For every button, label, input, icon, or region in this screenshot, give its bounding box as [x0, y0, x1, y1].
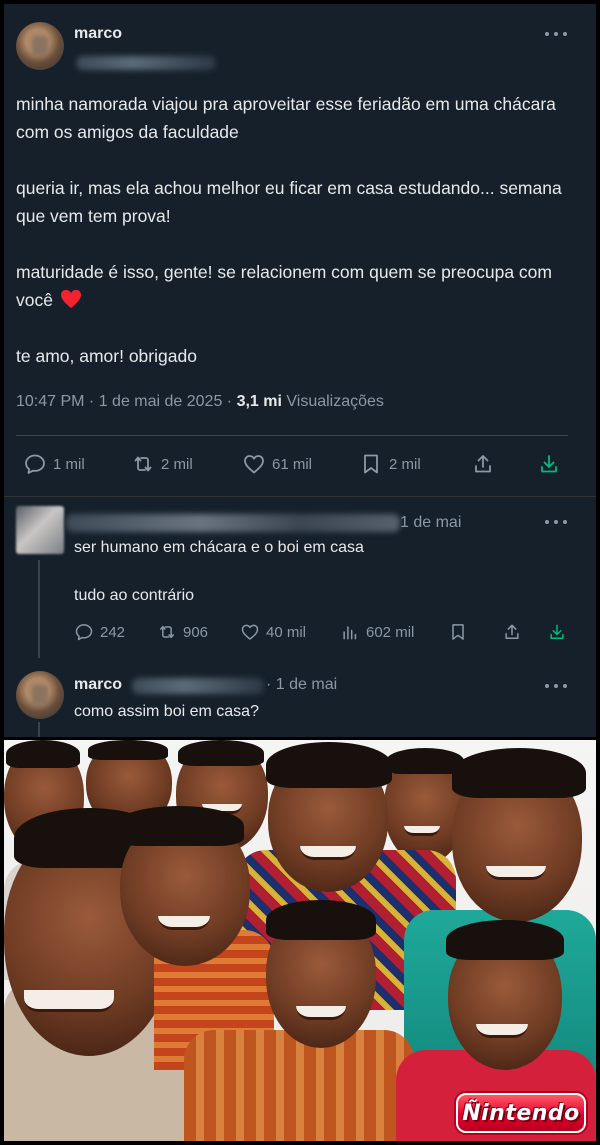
hair	[6, 740, 80, 768]
smile	[476, 1024, 528, 1038]
meme-image: Ñintendo	[4, 740, 596, 1141]
reply-author-blurred	[66, 514, 400, 532]
share-button[interactable]	[471, 452, 495, 476]
download-icon	[541, 455, 557, 473]
reply-date[interactable]: 1 de mai	[400, 514, 461, 532]
reply-button[interactable]: 1 mil	[23, 452, 85, 476]
more-options-icon[interactable]	[545, 519, 567, 525]
views-count: 3,1 mi	[236, 393, 282, 410]
bookmark-icon	[452, 624, 464, 640]
repost-count: 2 mil	[161, 455, 193, 473]
heart-icon	[244, 455, 264, 474]
author-name[interactable]: marco	[74, 25, 122, 43]
tweet-paragraph: maturidade é isso, gente! se relacionem …	[16, 262, 552, 310]
repost-count: 906	[183, 623, 209, 641]
author-avatar[interactable]	[16, 22, 64, 70]
red-heart-icon	[60, 289, 81, 309]
repost-icon	[134, 456, 152, 472]
more-options-icon[interactable]	[545, 31, 567, 37]
heart-icon	[241, 624, 259, 640]
tweet-thread: marco minha namorada viajou pra aproveit…	[4, 4, 596, 737]
smile	[24, 990, 114, 1012]
comment-icon	[25, 454, 45, 474]
bar-chart-icon	[343, 626, 357, 640]
like-button[interactable]: 40 mil	[240, 622, 306, 642]
download-button[interactable]	[537, 452, 561, 476]
bookmark-count: 2 mil	[389, 455, 421, 473]
reply-author-name[interactable]: marco	[74, 676, 122, 694]
views-label: Visualizações	[286, 393, 384, 410]
views-button[interactable]: 602 mil	[340, 622, 414, 642]
tweet-timestamp[interactable]: 10:47 PM · 1 de mai de 2025 ·	[16, 393, 232, 410]
reply-text: como assim boi em casa?	[74, 703, 259, 720]
repost-button[interactable]: 2 mil	[131, 452, 193, 476]
hair	[452, 748, 586, 798]
hair	[446, 920, 564, 960]
smile	[158, 916, 210, 930]
repost-button[interactable]: 906	[157, 622, 208, 642]
logo-text: Ñintendo	[462, 1100, 580, 1126]
tweet-paragraph: queria ir, mas ela achou melhor eu ficar…	[16, 178, 562, 226]
bookmark-button[interactable]: 2 mil	[359, 452, 421, 476]
share-button[interactable]	[502, 622, 522, 642]
reply-avatar-blurred[interactable]	[16, 506, 64, 554]
bookmark-icon	[364, 454, 378, 474]
download-button[interactable]	[547, 622, 567, 642]
comment-icon	[75, 624, 93, 641]
hair	[88, 740, 168, 760]
reply-text-line: ser humano em chácara e o boi em casa	[74, 539, 364, 556]
share-icon	[505, 624, 519, 639]
reply-text-line: tudo ao contrário	[74, 587, 195, 604]
author-handle-blurred	[76, 56, 216, 70]
smile	[300, 846, 356, 860]
hair	[114, 806, 244, 846]
hair	[266, 900, 376, 940]
repost-icon	[160, 625, 174, 639]
smile	[296, 1006, 346, 1020]
thread-line	[38, 560, 40, 658]
share-icon	[475, 455, 491, 473]
reply-handle-blurred	[132, 678, 264, 694]
nintendo-parody-logo: Ñintendo	[456, 1093, 586, 1133]
thread-line	[38, 722, 40, 737]
like-count: 61 mil	[272, 455, 313, 473]
shirt	[184, 1030, 414, 1141]
tweet-paragraph: minha namorada viajou pra aproveitar ess…	[16, 94, 556, 142]
author-avatar[interactable]	[16, 671, 64, 719]
reply-button[interactable]: 242	[74, 622, 125, 642]
views-count: 602 mil	[366, 623, 415, 641]
tweet-paragraph: te amo, amor! obrigado	[16, 346, 197, 366]
tweet-text: minha namorada viajou pra aproveitar ess…	[16, 90, 576, 398]
bookmark-button[interactable]	[448, 622, 468, 642]
smile	[486, 866, 546, 880]
like-button[interactable]: 61 mil	[242, 452, 312, 476]
reply-count: 242	[100, 623, 126, 641]
hair	[178, 740, 264, 766]
screenshot-frame: marco minha namorada viajou pra aproveit…	[4, 4, 596, 1141]
download-icon	[550, 624, 564, 639]
like-count: 40 mil	[266, 623, 307, 641]
smile	[404, 826, 440, 836]
tweet-meta: 10:47 PM · 1 de mai de 2025 · 3,1 mi Vis…	[16, 393, 384, 411]
hair	[266, 742, 392, 788]
divider	[4, 496, 596, 497]
more-options-icon[interactable]	[545, 683, 567, 689]
reply-date[interactable]: · 1 de mai	[266, 676, 337, 694]
divider	[16, 435, 568, 436]
reply-count: 1 mil	[53, 455, 85, 473]
